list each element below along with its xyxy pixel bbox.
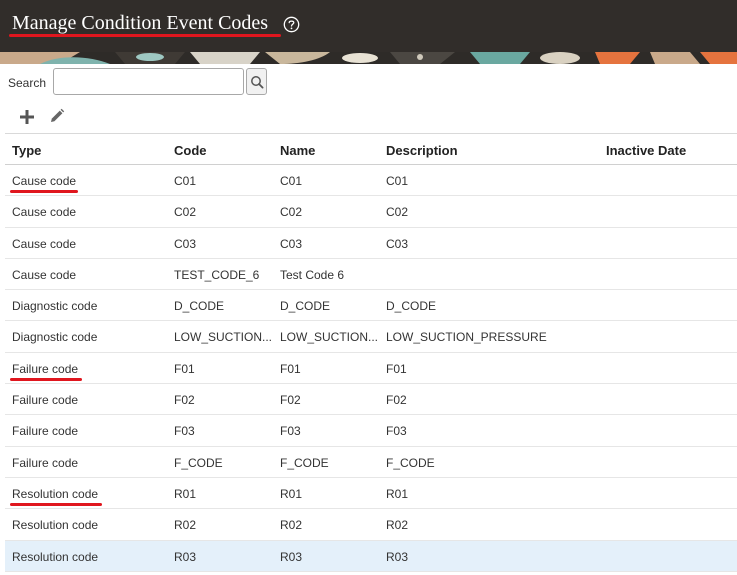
annotation-underline <box>10 502 102 506</box>
column-header-type[interactable]: Type <box>12 143 41 158</box>
cell-name: F01 <box>280 361 301 376</box>
cell-description: C01 <box>386 174 409 188</box>
cell-code: TEST_CODE_6 <box>174 267 260 282</box>
cell-name: R01 <box>280 486 303 501</box>
cell-description: LOW_SUCTION_PRESSURE <box>386 330 547 345</box>
column-header-code[interactable]: Code <box>174 143 207 158</box>
cell-description: D_CODE <box>386 299 437 314</box>
table-row-selected[interactable]: Resolution code R03 R03 R03 <box>5 540 737 572</box>
column-header-description[interactable]: Description <box>386 143 458 158</box>
table-header: Type Code Name Description Inactive Date <box>5 133 737 165</box>
annotation-underline <box>10 377 82 381</box>
table-row[interactable]: Resolution code R02 R02 R02 <box>5 509 737 541</box>
magnifier-icon <box>251 76 264 89</box>
cell-type: Failure code <box>12 361 79 376</box>
table-row[interactable]: Failure code F01 F01 F01 <box>5 353 737 385</box>
cell-code: F_CODE <box>174 455 223 470</box>
cell-description: C02 <box>386 205 409 220</box>
column-header-inactive-date[interactable]: Inactive Date <box>606 143 686 158</box>
column-header-name[interactable]: Name <box>280 143 315 158</box>
page-title: Manage Condition Event Codes <box>12 12 269 34</box>
table-row[interactable]: Failure code F03 F03 F03 <box>5 415 737 447</box>
cell-code: F03 <box>174 424 195 439</box>
cell-code: C01 <box>174 174 197 188</box>
page-header: Manage Condition Event Codes <box>0 0 737 52</box>
cell-type: Resolution code <box>12 518 99 533</box>
cell-description: F01 <box>386 361 407 376</box>
cell-description: F03 <box>386 424 407 439</box>
cell-code: C03 <box>174 236 197 251</box>
cell-description: R02 <box>386 518 409 533</box>
cell-type: Diagnostic code <box>12 330 98 345</box>
decorative-banner <box>0 52 737 64</box>
cell-type: Cause code <box>12 174 77 188</box>
cell-code: F02 <box>174 393 195 408</box>
cell-type: Diagnostic code <box>12 299 98 314</box>
cell-code: R01 <box>174 486 197 501</box>
cell-type: Cause code <box>12 267 77 282</box>
annotation-underline <box>10 190 78 193</box>
table-row[interactable]: Diagnostic code D_CODE D_CODE D_CODE <box>5 290 737 322</box>
cell-type: Resolution code <box>12 549 99 564</box>
table-row[interactable]: Cause code C03 C03 C03 <box>5 228 737 259</box>
table-row[interactable]: Cause code TEST_CODE_6 Test Code 6 <box>5 259 737 291</box>
question-circle-icon[interactable] <box>283 16 300 33</box>
cell-name: D_CODE <box>280 299 331 314</box>
pencil-icon[interactable] <box>49 108 65 124</box>
cell-name: R02 <box>280 518 303 533</box>
cell-name: C01 <box>280 174 303 188</box>
table-row[interactable]: Failure code F_CODE F_CODE F_CODE <box>5 447 737 478</box>
cell-description: R01 <box>386 486 409 501</box>
cell-description: C03 <box>386 236 409 251</box>
plus-icon[interactable] <box>19 109 35 125</box>
search-label: Search <box>8 76 47 90</box>
cell-type: Cause code <box>12 205 77 220</box>
cell-name: F03 <box>280 424 301 439</box>
cell-code: LOW_SUCTION... <box>174 330 273 345</box>
cell-name: R03 <box>280 549 303 564</box>
cell-type: Failure code <box>12 424 79 439</box>
table-row[interactable]: Diagnostic code LOW_SUCTION... LOW_SUCTI… <box>5 321 737 353</box>
cell-code: R03 <box>174 549 197 564</box>
cell-name: C02 <box>280 205 303 220</box>
cell-description: F_CODE <box>386 455 435 470</box>
cell-code: D_CODE <box>174 299 225 314</box>
cell-type: Failure code <box>12 393 79 408</box>
cell-name: C03 <box>280 236 303 251</box>
table-row[interactable]: Failure code F02 F02 F02 <box>5 384 737 416</box>
search-input[interactable] <box>53 68 244 95</box>
cell-name: F02 <box>280 393 301 408</box>
search-button[interactable] <box>246 68 267 95</box>
table-row[interactable]: Cause code C01 C01 C01 <box>5 165 737 197</box>
cell-name: LOW_SUCTION... <box>280 330 379 345</box>
cell-code: R02 <box>174 518 197 533</box>
table-row[interactable]: Resolution code R01 R01 R01 <box>5 478 737 510</box>
codes-table: Type Code Name Description Inactive Date… <box>5 133 737 572</box>
cell-code: C02 <box>174 205 197 220</box>
cell-name: Test Code 6 <box>280 267 345 282</box>
cell-code: F01 <box>174 361 195 376</box>
title-underline <box>9 34 281 37</box>
cell-type: Failure code <box>12 455 79 470</box>
cell-type: Cause code <box>12 236 77 251</box>
cell-type: Resolution code <box>12 486 99 501</box>
cell-description: F02 <box>386 393 407 408</box>
table-row[interactable]: Cause code C02 C02 C02 <box>5 196 737 228</box>
cell-name: F_CODE <box>280 455 329 470</box>
cell-description: R03 <box>386 549 409 564</box>
